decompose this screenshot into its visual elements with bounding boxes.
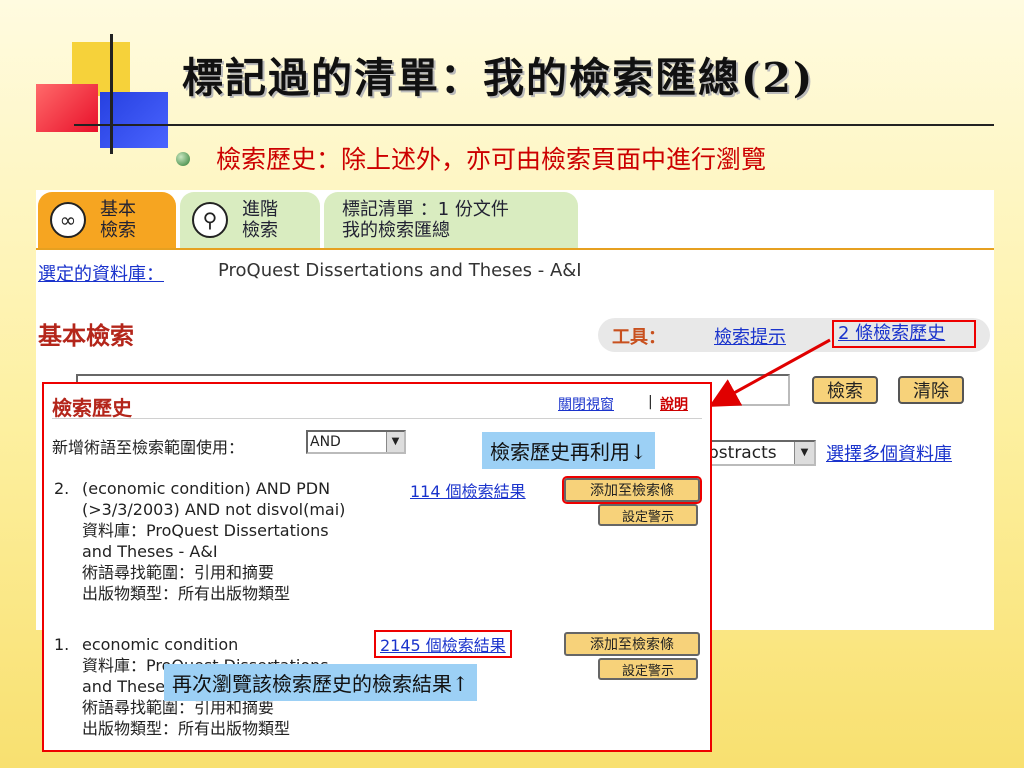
link-separator: | [648,394,653,410]
history-item-line: 術語尋找範圍：引用和摘要 [82,563,275,582]
result-count-link[interactable]: 114 個檢索結果 [410,478,526,502]
operator-value: AND [310,434,341,450]
history-item-line: (economic condition) AND PDN [82,479,331,498]
history-item-line: economic condition [82,635,239,654]
divider [52,418,702,419]
history-item-line: 出版物類型：所有出版物類型 [82,719,291,738]
reuse-callout: 檢索歷史再利用↓ [482,432,655,469]
help-link[interactable]: 說明 [660,394,688,414]
add-to-search-button[interactable]: 添加至檢索條 [562,476,702,504]
chevron-down-icon: ▼ [386,432,404,452]
history-item-line: 出版物類型：所有出版物類型 [82,584,291,603]
new-term-label: 新增術語至檢索範圍使用： [52,438,245,457]
set-alert-button[interactable]: 設定警示 [598,504,698,526]
result-count-link[interactable]: 2145 個檢索結果 [374,630,512,658]
history-item-line: 資料庫：ProQuest Dissertations [82,521,329,540]
add-to-search-button[interactable]: 添加至檢索條 [564,632,700,656]
browse-callout: 再次瀏覽該檢索歷史的檢索結果↑ [164,664,477,701]
set-alert-button[interactable]: 設定警示 [598,658,698,680]
operator-select[interactable]: AND ▼ [306,430,406,454]
history-item-number: 2. [54,479,70,498]
close-window-link[interactable]: 關閉視窗 [558,394,614,414]
popup-title: 檢索歷史 [52,396,132,420]
history-item-line: (>3/3/2003) AND not disvol(mai) [82,500,346,519]
history-item-line: and Theses - A&I [82,542,218,561]
history-item-number: 1. [54,635,70,654]
